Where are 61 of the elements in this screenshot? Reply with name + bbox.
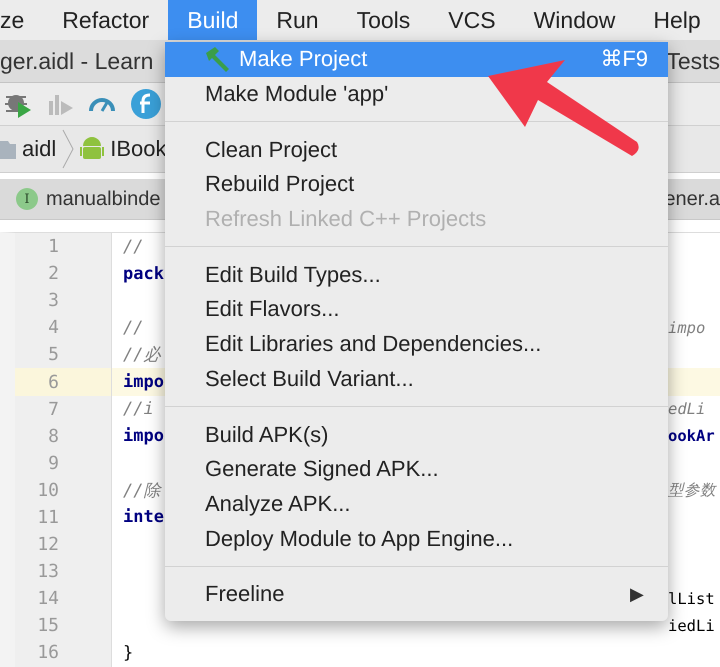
- line-number: 10: [15, 476, 112, 504]
- menu-item[interactable]: Freeline ▶: [165, 576, 668, 612]
- line-number: 5: [15, 341, 112, 368]
- code-text: inte: [123, 507, 164, 528]
- code-text: //必: [123, 344, 160, 366]
- menu-item[interactable]: Run: [257, 0, 338, 40]
- line-number: 14: [15, 585, 112, 612]
- code-text: pack: [123, 264, 164, 284]
- menu-item[interactable]: Analyze APK...: [165, 486, 668, 522]
- code-text: impo: [123, 372, 164, 392]
- line-number: 15: [15, 612, 112, 640]
- chevron-icon: [62, 129, 74, 169]
- menu-item[interactable]: Build APK(s): [165, 417, 668, 452]
- code-text: //: [123, 236, 144, 257]
- code-text: lList: [668, 590, 715, 608]
- interface-badge: I: [16, 188, 38, 210]
- code-text: //i: [123, 399, 154, 420]
- menu-item[interactable]: Edit Build Types...: [165, 257, 668, 292]
- breadcrumb-item[interactable]: IBook: [110, 136, 167, 162]
- menu-item[interactable]: Help: [634, 0, 720, 40]
- line-number: 2: [15, 260, 112, 288]
- line-number: 16: [15, 639, 112, 666]
- menu-item[interactable]: Deploy Module to App Engine...: [165, 521, 668, 556]
- editor-tab[interactable]: manualbinde: [46, 188, 161, 210]
- code-text: impo: [668, 318, 706, 337]
- menu-item[interactable]: Tools: [338, 0, 430, 40]
- code-text: iedLi: [668, 616, 715, 635]
- line-number: 7: [15, 396, 112, 423]
- freeline-icon: [130, 88, 162, 120]
- line-number: 6: [15, 368, 112, 396]
- menu-item[interactable]: Edit Libraries and Dependencies...: [165, 326, 668, 362]
- menu-item[interactable]: Refactor: [43, 0, 168, 40]
- code-text: ookAr: [668, 427, 715, 446]
- window-title: Tests: [666, 48, 720, 74]
- line-number: 12: [15, 531, 112, 558]
- line-number: 8: [15, 422, 112, 450]
- code-text: edLi: [668, 400, 706, 418]
- code-text: impo: [123, 426, 164, 446]
- line-number: 4: [15, 314, 112, 342]
- menu-item[interactable]: Edit Flavors...: [165, 292, 668, 327]
- menu-item[interactable]: VCS: [429, 0, 515, 40]
- menu-item[interactable]: ze: [0, 0, 44, 40]
- menu-item[interactable]: Clean Project: [165, 132, 668, 168]
- code-text: //除: [123, 480, 160, 502]
- folder-icon: [0, 139, 16, 159]
- code-text: 型参数: [668, 480, 716, 501]
- line-number: 13: [15, 558, 112, 586]
- line-number: 3: [15, 287, 112, 314]
- window-title: ger.aidl - Learn: [0, 48, 154, 74]
- code-text: //: [123, 318, 144, 338]
- code-text: }: [123, 642, 134, 663]
- menu-item[interactable]: Select Build Variant...: [165, 362, 668, 396]
- line-number: 1: [15, 233, 112, 260]
- android-icon: [80, 136, 104, 162]
- menu-item[interactable]: Generate Signed APK...: [165, 452, 668, 487]
- breadcrumb-item[interactable]: aidl: [22, 136, 56, 162]
- menu-item[interactable]: Make Module 'app': [165, 76, 668, 112]
- menu-item[interactable]: Window: [514, 0, 634, 40]
- line-number: 11: [15, 504, 112, 532]
- line-number: 9: [15, 450, 112, 477]
- menu-item[interactable]: Rebuild Project: [165, 167, 668, 202]
